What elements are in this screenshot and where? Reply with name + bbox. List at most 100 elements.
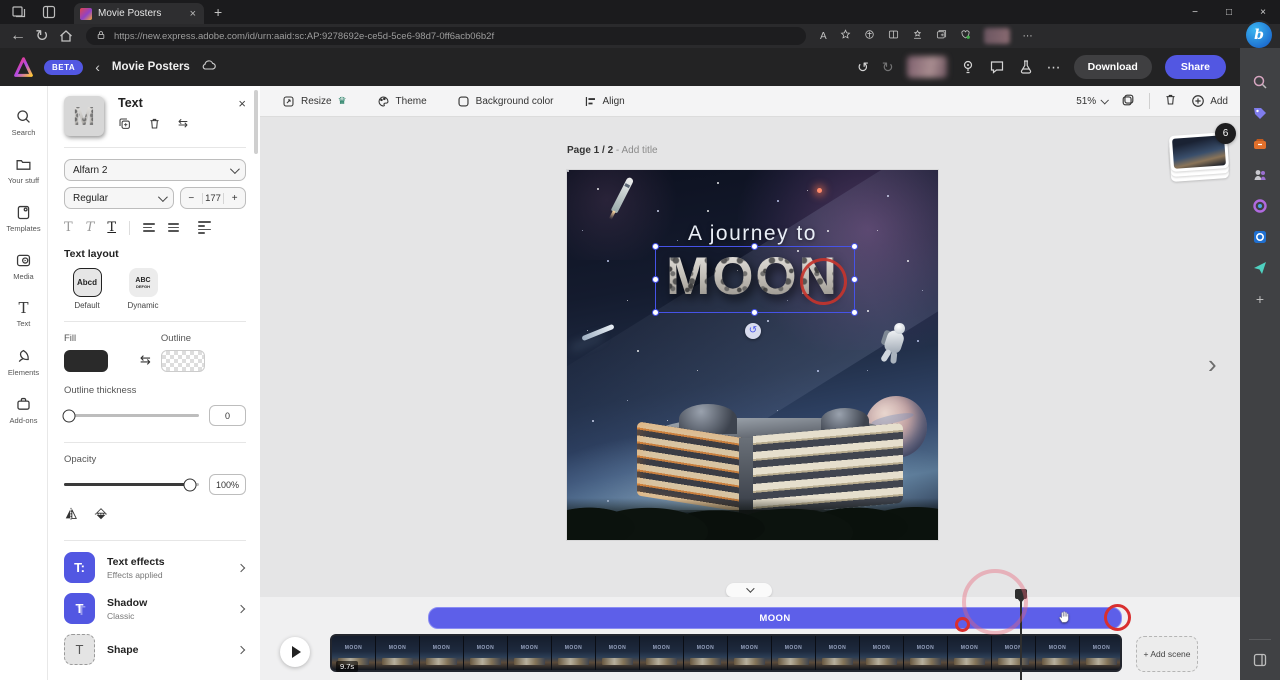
new-tab-button[interactable]: + <box>214 4 222 20</box>
filmstrip-frame[interactable]: MOON <box>860 636 904 670</box>
font-weight-select[interactable]: Regular <box>64 187 174 209</box>
flip-vertical-icon[interactable] <box>94 507 108 526</box>
selection-handle[interactable] <box>851 243 858 250</box>
filmstrip-frame[interactable]: MOON <box>552 636 596 670</box>
selection-handle[interactable] <box>652 276 659 283</box>
close-button[interactable]: × <box>1246 0 1280 24</box>
browser-tab[interactable]: Movie Posters × <box>74 3 204 24</box>
timeline-collapse-tab[interactable] <box>726 583 772 597</box>
duplicate-icon[interactable] <box>118 117 131 135</box>
profile-avatar[interactable] <box>984 28 1010 44</box>
underline-button[interactable]: T <box>107 220 116 235</box>
slider-knob[interactable] <box>63 409 76 422</box>
panel-close-icon[interactable]: × <box>238 96 246 111</box>
font-size-value[interactable]: 177 <box>202 193 225 204</box>
more-options-icon[interactable]: ⋯ <box>1047 59 1061 76</box>
size-decrease-button[interactable]: − <box>181 193 202 204</box>
list-button[interactable] <box>168 223 179 232</box>
favorite-star-icon[interactable] <box>840 29 851 43</box>
filmstrip-frame[interactable]: MOON <box>376 636 420 670</box>
selection-handle[interactable] <box>851 276 858 283</box>
panel-scrollbar[interactable] <box>254 90 258 154</box>
zoom-control[interactable]: 51% <box>1076 96 1107 107</box>
favorites-bar-icon[interactable] <box>912 29 923 43</box>
text-align-button[interactable] <box>143 223 155 232</box>
filmstrip-frame[interactable]: MOON <box>464 636 508 670</box>
games-icon[interactable] <box>1250 134 1270 154</box>
filmstrip-frame[interactable]: MOON <box>596 636 640 670</box>
bing-icon[interactable]: b <box>1246 22 1272 48</box>
browser-essentials-icon[interactable] <box>960 29 971 43</box>
filmstrip-frame[interactable]: MOON <box>816 636 860 670</box>
filmstrip-frame[interactable]: MOON <box>772 636 816 670</box>
settings-menu-icon[interactable]: ⋯ <box>1023 31 1033 42</box>
fill-swatch[interactable] <box>64 350 108 372</box>
selection-handle[interactable] <box>751 243 758 250</box>
redo-icon[interactable]: ↻ <box>882 59 894 76</box>
selection-handle[interactable] <box>751 309 758 316</box>
workspaces-icon[interactable] <box>8 3 30 21</box>
resize-button[interactable]: Resize ♛ <box>282 95 347 108</box>
layout-default-button[interactable]: Abcd Default <box>64 268 110 310</box>
rail-item-media[interactable]: Media <box>0 242 47 290</box>
comment-icon[interactable] <box>989 59 1005 75</box>
duplicate-page-icon[interactable] <box>1121 93 1135 110</box>
rotate-handle[interactable]: ↺ <box>745 323 761 339</box>
share-button[interactable]: Share <box>1165 55 1226 79</box>
pages-stack[interactable]: 6 <box>1166 128 1232 180</box>
selection-handle[interactable] <box>652 243 659 250</box>
designer-icon[interactable] <box>1250 196 1270 216</box>
document-title[interactable]: Movie Posters <box>112 61 190 73</box>
text-effects-row[interactable]: T: Text effects Effects applied <box>64 552 246 583</box>
rail-item-add-ons[interactable]: Add-ons <box>0 386 47 434</box>
play-button[interactable] <box>280 637 310 667</box>
home-icon[interactable] <box>54 28 78 44</box>
filmstrip-frame[interactable]: MOON <box>1080 636 1122 670</box>
filmstrip-frame[interactable]: MOON <box>904 636 948 670</box>
size-increase-button[interactable]: + <box>224 193 245 204</box>
delete-icon[interactable] <box>148 117 161 135</box>
tab-close-icon[interactable]: × <box>188 8 198 20</box>
refresh-icon[interactable]: ↻ <box>30 26 54 46</box>
people-icon[interactable] <box>1250 165 1270 185</box>
schedule-icon[interactable] <box>960 59 976 75</box>
collections-icon[interactable] <box>936 29 947 43</box>
adobe-express-logo[interactable] <box>13 57 34 78</box>
line-spacing-button[interactable] <box>198 221 211 233</box>
filmstrip-frame[interactable]: MOON <box>728 636 772 670</box>
back-icon[interactable]: ← <box>6 27 30 45</box>
beaker-icon[interactable] <box>1018 59 1034 75</box>
opacity-slider[interactable] <box>64 483 199 486</box>
shape-row[interactable]: T Shape <box>64 634 246 665</box>
filmstrip-frame[interactable]: MOON <box>508 636 552 670</box>
add-page-button[interactable]: Add <box>1191 94 1228 108</box>
browser-rewards-icon[interactable] <box>864 29 875 43</box>
filmstrip-frame[interactable]: MOON <box>1036 636 1080 670</box>
align-button[interactable]: Align <box>584 95 625 108</box>
rail-item-text[interactable]: T Text <box>0 290 47 338</box>
shopping-icon[interactable] <box>1250 103 1270 123</box>
rail-item-search[interactable]: Search <box>0 98 47 146</box>
delete-page-icon[interactable] <box>1164 93 1177 109</box>
tab-actions-icon[interactable] <box>38 3 60 21</box>
animate-swap-icon[interactable]: ⇆ <box>178 116 188 135</box>
swap-fill-outline-icon[interactable]: ⇆ <box>140 352 151 368</box>
outline-thickness-slider[interactable] <box>64 414 199 417</box>
rail-item-your-stuff[interactable]: Your stuff <box>0 146 47 194</box>
poster-canvas[interactable]: A journey to MOON ↺ <box>567 170 938 540</box>
minimize-button[interactable]: − <box>1178 0 1212 24</box>
drop-icon[interactable] <box>1250 258 1270 278</box>
outline-swatch[interactable] <box>161 350 205 372</box>
bold-button[interactable]: T <box>64 220 73 235</box>
maximize-button[interactable]: □ <box>1212 0 1246 24</box>
layout-dynamic-button[interactable]: ABCDEFGH Dynamic <box>120 268 166 310</box>
background-color-button[interactable]: Background color <box>457 95 554 108</box>
back-chevron-icon[interactable]: ‹ <box>95 59 100 75</box>
filmstrip-frame[interactable]: MOON <box>684 636 728 670</box>
office-icon[interactable] <box>1250 227 1270 247</box>
selection-handle[interactable] <box>851 309 858 316</box>
read-aloud-icon[interactable]: A <box>820 31 827 42</box>
filmstrip-frame[interactable]: MOON <box>640 636 684 670</box>
rail-item-elements[interactable]: Elements <box>0 338 47 386</box>
opacity-value[interactable]: 100% <box>209 474 246 495</box>
